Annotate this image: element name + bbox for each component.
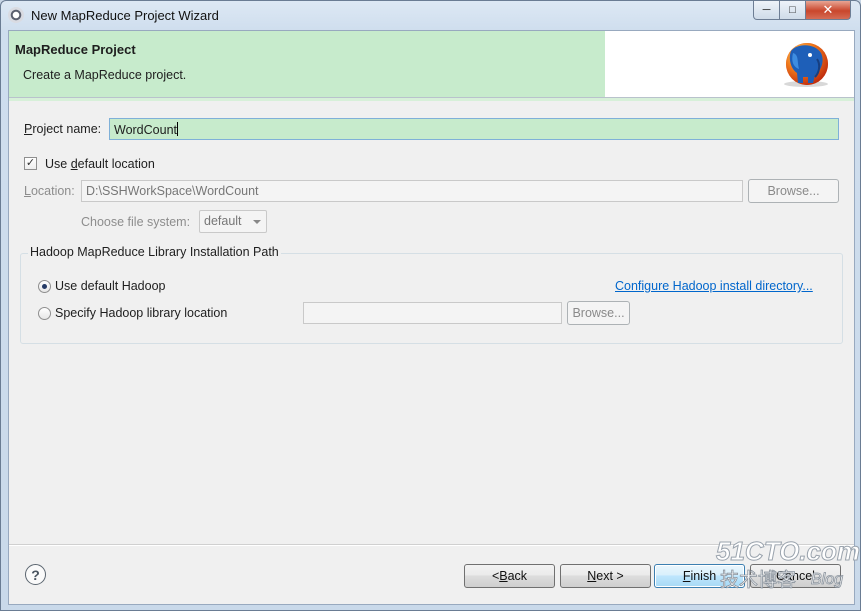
hadoop-library-group-title: Hadoop MapReduce Library Installation Pa… <box>28 245 281 259</box>
use-default-location-label[interactable]: Use default location <box>45 157 155 171</box>
file-system-label: Choose file system: <box>81 215 191 229</box>
configure-hadoop-link[interactable]: Configure Hadoop install directory... <box>615 279 813 293</box>
use-default-location-checkbox[interactable]: ✓ <box>24 157 37 170</box>
wizard-window: New MapReduce Project Wizard ─ □ ✕ MapRe… <box>0 0 861 611</box>
location-label: Location: <box>24 184 75 198</box>
hadoop-elephant-logo-icon <box>784 43 828 87</box>
banner-text-area: MapReduce Project Create a MapReduce pro… <box>9 31 605 97</box>
chevron-down-icon <box>253 220 261 224</box>
eclipse-app-icon <box>8 7 24 23</box>
page-title: MapReduce Project <box>15 42 136 57</box>
specify-hadoop-library-radio[interactable] <box>38 307 51 320</box>
maximize-icon: □ <box>789 4 796 16</box>
text-caret <box>177 122 178 136</box>
close-icon: ✕ <box>822 2 834 17</box>
project-name-label: Project name: <box>24 122 102 136</box>
project-name-input[interactable]: WordCount <box>109 118 839 140</box>
specify-hadoop-library-label[interactable]: Specify Hadoop library location <box>55 306 227 320</box>
wizard-banner: MapReduce Project Create a MapReduce pro… <box>9 31 854 97</box>
hadoop-library-path-input[interactable] <box>303 302 562 324</box>
hadoop-library-group <box>20 253 843 344</box>
maximize-button[interactable]: □ <box>779 1 806 20</box>
minimize-icon: ─ <box>762 4 771 16</box>
title-bar[interactable]: New MapReduce Project Wizard <box>1 1 860 30</box>
file-system-select[interactable]: default <box>199 210 267 233</box>
wizard-client-area: MapReduce Project Create a MapReduce pro… <box>8 30 855 605</box>
cancel-button[interactable]: Cancel <box>750 564 841 588</box>
use-default-hadoop-label[interactable]: Use default Hadoop <box>55 279 166 293</box>
close-button[interactable]: ✕ <box>805 1 851 20</box>
page-description: Create a MapReduce project. <box>23 68 187 82</box>
back-button[interactable]: < Back <box>464 564 555 588</box>
hadoop-library-browse-button[interactable]: Browse... <box>567 301 630 325</box>
finish-button[interactable]: Finish <box>654 564 745 588</box>
help-icon[interactable]: ? <box>25 564 46 585</box>
minimize-button[interactable]: ─ <box>753 1 780 20</box>
banner-separator <box>9 97 854 101</box>
location-input[interactable]: D:\SSHWorkSpace\WordCount <box>81 180 743 202</box>
window-title: New MapReduce Project Wizard <box>31 8 219 23</box>
location-browse-button[interactable]: Browse... <box>748 179 839 203</box>
next-button[interactable]: Next > <box>560 564 651 588</box>
use-default-hadoop-radio[interactable] <box>38 280 51 293</box>
footer-separator <box>9 544 854 546</box>
